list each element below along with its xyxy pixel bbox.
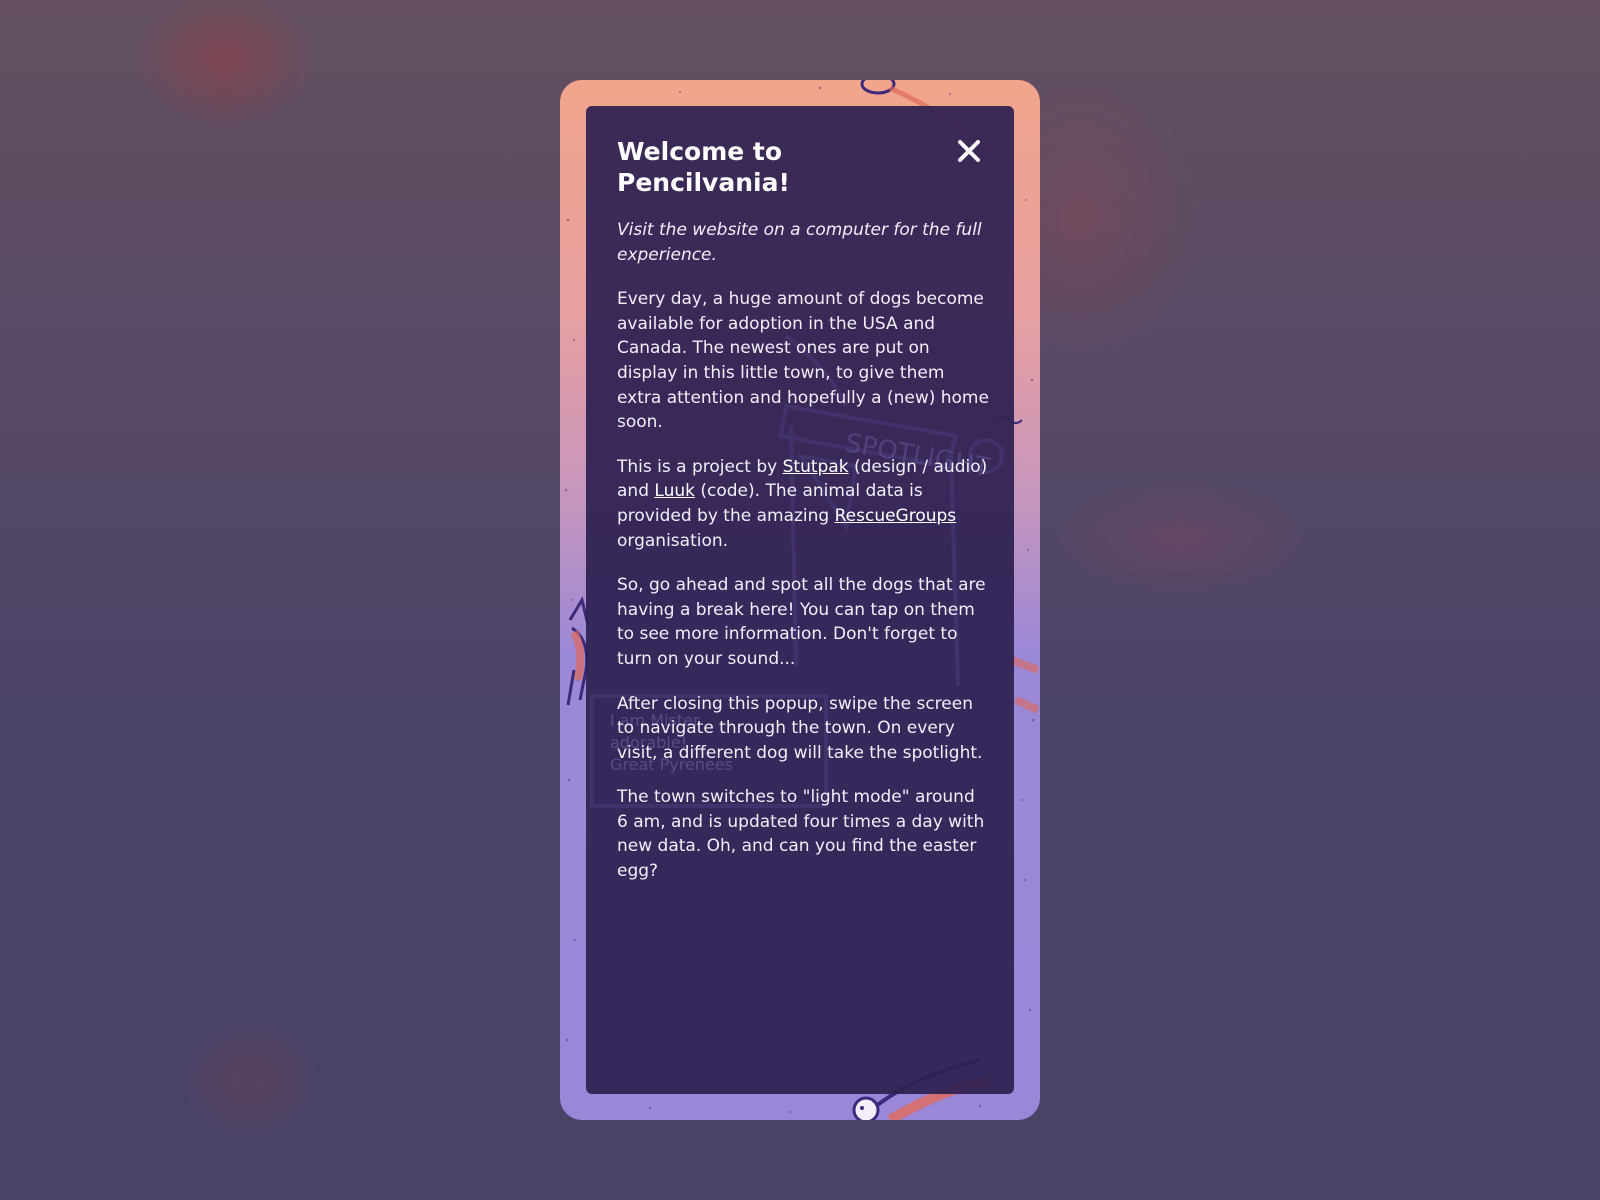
welcome-modal-frame: SPOTLIGHT I am Mister adorable! Great Py… <box>560 80 1040 1120</box>
welcome-modal-panel: SPOTLIGHT I am Mister adorable! Great Py… <box>586 106 1014 1094</box>
credits-text: organisation. <box>617 530 729 551</box>
intro-paragraph: Every day, a huge amount of dogs become … <box>617 289 989 433</box>
stutpak-link[interactable]: Stutpak <box>783 457 849 477</box>
instructions-paragraph: So, go ahead and spot all the dogs that … <box>617 575 986 669</box>
rescuegroups-link[interactable]: RescueGroups <box>835 506 957 526</box>
modal-subtitle: Visit the website on a computer for the … <box>617 220 982 265</box>
modal-content: Welcome to Pencilvania! Visit the websit… <box>617 136 989 904</box>
luuk-link[interactable]: Luuk <box>654 481 695 501</box>
modal-title: Welcome to Pencilvania! <box>617 137 790 197</box>
schedule-paragraph: The town switches to "light mode" around… <box>617 787 985 882</box>
credits-text: This is a project by <box>617 456 783 477</box>
close-button[interactable] <box>954 136 984 166</box>
close-icon[interactable] <box>954 136 984 166</box>
navigation-paragraph: After closing this popup, swipe the scre… <box>617 693 983 763</box>
credits-paragraph: This is a project by Stutpak (design / a… <box>617 455 989 553</box>
